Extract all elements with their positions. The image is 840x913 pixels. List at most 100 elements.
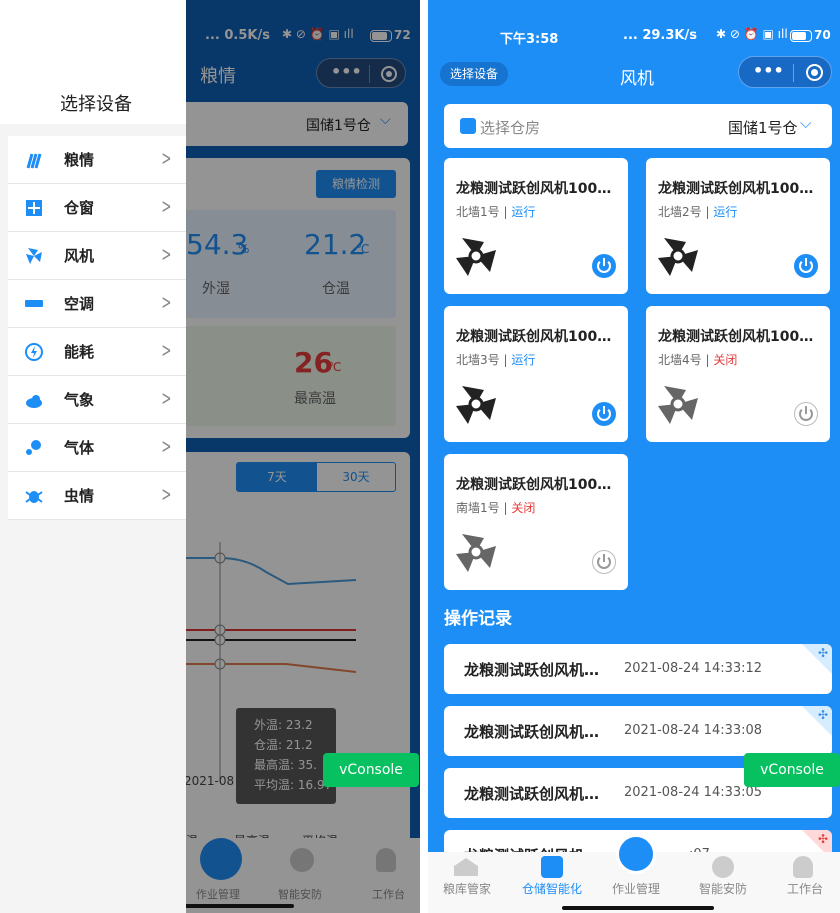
chevron-right-icon: > — [161, 146, 172, 170]
record-name: 龙粮测试跃创风机… — [464, 661, 600, 679]
warehouse-icon — [460, 118, 476, 134]
security-tab-icon[interactable] — [712, 856, 734, 878]
device-item-fan[interactable]: 风机 > — [8, 232, 186, 280]
chevron-right-icon: > — [161, 194, 172, 218]
vconsole-button[interactable]: vConsole — [323, 753, 419, 787]
select-device-button[interactable]: 选择设备 — [440, 62, 508, 86]
fan-mini-icon: ✣ — [817, 646, 828, 660]
miniprogram-capsule[interactable]: ••• — [738, 56, 832, 88]
fan-card[interactable]: 龙粮测试跃创风机100… 北墙3号 | 运行 — [444, 306, 628, 442]
fan-status: 北墙3号 | 运行 — [456, 353, 536, 367]
status-icons: ✱ ⊘ ⏰ ▣ ıll — [716, 27, 788, 41]
fan-name: 龙粮测试跃创风机100… — [658, 181, 814, 197]
device-item-label: 能耗 — [64, 343, 95, 361]
fan-icon — [26, 248, 42, 264]
device-item-label: 粮情 — [64, 151, 95, 169]
device-item-weather[interactable]: 气象 > — [8, 376, 186, 424]
page-title: 风机 — [620, 69, 654, 89]
power-toggle-icon[interactable] — [592, 254, 616, 278]
fan-state: 运行 — [511, 205, 536, 219]
fan-location: 北墙3号 — [456, 353, 500, 367]
battery-icon — [790, 30, 812, 42]
fan-name: 龙粮测试跃创风机100… — [456, 181, 612, 197]
close-miniprogram-icon[interactable] — [806, 64, 823, 81]
fan-card[interactable]: 龙粮测试跃创风机100… 北墙2号 | 运行 — [646, 158, 830, 294]
vconsole-button[interactable]: vConsole — [744, 753, 840, 787]
record-time: 2021-08-24 14:33:12 — [624, 661, 763, 676]
chevron-right-icon: > — [161, 290, 172, 314]
drawer-title: 选择设备 — [60, 94, 132, 115]
fan-state: 运行 — [511, 353, 536, 367]
fan-state: 关闭 — [511, 501, 536, 515]
weather-cloud-icon — [26, 395, 42, 408]
device-item-label: 仓窗 — [64, 199, 95, 217]
device-item-label: 风机 — [64, 247, 95, 265]
bug-icon — [25, 491, 43, 503]
screenshot-divider — [420, 0, 428, 913]
fan-card[interactable]: 龙粮测试跃创风机100… 北墙4号 | 关闭 — [646, 306, 830, 442]
device-item-label: 空调 — [64, 295, 95, 313]
wheat-icon — [26, 153, 42, 169]
left-phone-screen: ... 0.5K/s ✱ ⊘ ⏰ ▣ ıll 72 粮情 ••• 国储1号仓 ⌵… — [0, 0, 420, 913]
fan-mini-icon: ✣ — [817, 832, 828, 846]
warehouse-value: 国储1号仓 — [728, 119, 798, 137]
device-item-aircon[interactable]: 空调 > — [8, 280, 186, 328]
tab-grain-manager[interactable]: 粮库管家 — [432, 880, 502, 897]
record-name: 龙粮测试跃创风机… — [464, 785, 600, 803]
chevron-down-icon: ⌵ — [800, 114, 812, 132]
fan-location: 北墙1号 — [456, 205, 500, 219]
record-item[interactable]: 龙粮测试跃创风机… 2021-08-24 14:33:08 ✣ — [444, 706, 832, 756]
status-time: 下午3:58 — [500, 32, 559, 47]
home-indicator — [562, 906, 714, 910]
device-item-window[interactable]: 仓窗 > — [8, 184, 186, 232]
chevron-right-icon: > — [161, 434, 172, 458]
record-time: 2021-08-24 14:33:08 — [624, 723, 763, 738]
workbench-tab-icon[interactable] — [793, 856, 813, 878]
warehouse-selector[interactable]: 选择仓房 国储1号仓 ⌵ — [444, 104, 832, 148]
device-item-label: 虫情 — [64, 487, 95, 505]
chevron-right-icon: > — [161, 242, 172, 266]
device-item-gas[interactable]: 气体 > — [8, 424, 186, 472]
fan-icon — [456, 534, 496, 572]
fan-status: 南墙1号 | 关闭 — [456, 501, 536, 515]
power-toggle-icon[interactable] — [592, 550, 616, 574]
record-item[interactable]: 龙粮测试跃创风机… 2021-08-24 14:33:12 ✣ — [444, 644, 832, 694]
window-icon — [26, 200, 42, 216]
device-list: 粮情 > 仓窗 > 风机 > 空调 > 能耗 > 气象 > 气体 > 虫情 > — [8, 136, 186, 520]
fan-icon — [456, 238, 496, 276]
fan-card[interactable]: 龙粮测试跃创风机100… 北墙1号 | 运行 — [444, 158, 628, 294]
tab-smart-security[interactable]: 智能安防 — [688, 880, 758, 897]
records-title: 操作记录 — [444, 609, 512, 629]
fan-name: 龙粮测试跃创风机100… — [456, 329, 612, 345]
device-item-insect[interactable]: 虫情 > — [8, 472, 186, 520]
device-item-grain[interactable]: 粮情 > — [8, 136, 186, 184]
power-toggle-icon[interactable] — [592, 402, 616, 426]
device-item-energy[interactable]: 能耗 > — [8, 328, 186, 376]
fan-state: 关闭 — [713, 353, 738, 367]
air-conditioner-icon — [25, 300, 43, 307]
work-management-tab-icon[interactable] — [616, 834, 656, 874]
more-icon[interactable]: ••• — [753, 61, 784, 80]
gas-bubbles-icon — [26, 440, 41, 455]
storage-tab-icon[interactable] — [541, 856, 563, 878]
record-name: 龙粮测试跃创风机… — [464, 723, 600, 741]
fan-location: 北墙2号 — [658, 205, 702, 219]
power-toggle-icon[interactable] — [794, 254, 818, 278]
right-phone-screen: 下午3:58 ... 29.3K/s ✱ ⊘ ⏰ ▣ ıll 70 选择设备 风… — [428, 0, 840, 913]
fan-icon — [456, 386, 496, 424]
chevron-right-icon: > — [161, 482, 172, 506]
fan-card[interactable]: 龙粮测试跃创风机100… 南墙1号 | 关闭 — [444, 454, 628, 590]
chevron-right-icon: > — [161, 386, 172, 410]
tab-work-management[interactable]: 作业管理 — [601, 880, 671, 897]
fan-name: 龙粮测试跃创风机100… — [658, 329, 814, 345]
fan-status: 北墙2号 | 运行 — [658, 205, 738, 219]
select-warehouse-label: 选择仓房 — [480, 119, 541, 137]
drawer-header: 选择设备 — [0, 0, 186, 124]
fan-name: 龙粮测试跃创风机100… — [456, 477, 612, 493]
fan-location: 南墙1号 — [456, 501, 500, 515]
tab-smart-storage[interactable]: 仓储智能化 — [517, 880, 587, 897]
tab-workbench[interactable]: 工作台 — [770, 880, 840, 897]
power-toggle-icon[interactable] — [794, 402, 818, 426]
fan-icon — [658, 386, 698, 424]
chevron-right-icon: > — [161, 338, 172, 362]
